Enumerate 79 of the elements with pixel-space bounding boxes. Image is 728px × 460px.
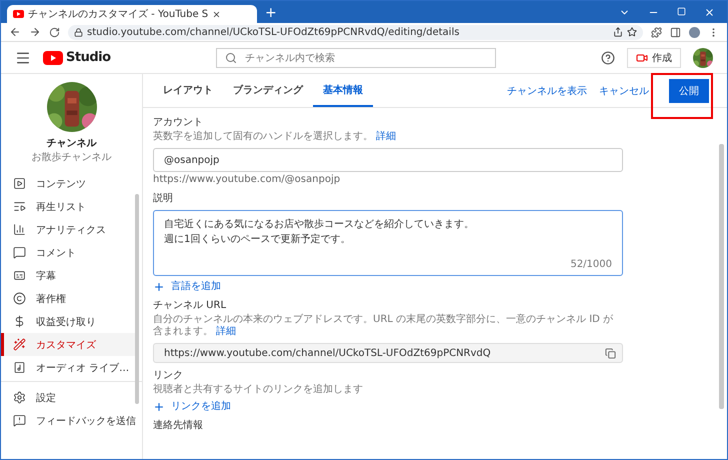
feedback-icon bbox=[13, 414, 26, 427]
character-counter: 52/1000 bbox=[570, 259, 612, 271]
handle-url: https://www.youtube.com/@osanpojp bbox=[153, 174, 342, 186]
view-channel-link[interactable]: チャンネルを表示 bbox=[507, 84, 587, 98]
search-icon bbox=[224, 52, 237, 64]
studio-logo[interactable]: Studio bbox=[43, 50, 111, 65]
dollar-icon bbox=[13, 315, 26, 328]
address-bar[interactable]: studio.youtube.com/channel/UCkoTSL-UFOdZt69pPCNRvdQ/editing/details bbox=[68, 24, 643, 40]
tab[interactable]: ブランディング bbox=[223, 83, 313, 107]
channel-subtitle: お散歩チャンネル bbox=[30, 150, 112, 164]
nav-item[interactable]: 収益受け取り bbox=[1, 310, 136, 333]
playlist-icon bbox=[13, 200, 26, 213]
plus-icon bbox=[153, 401, 165, 413]
nav-item[interactable]: フィードバックを送信 bbox=[1, 409, 136, 432]
section-title: チャンネル URL bbox=[153, 300, 228, 312]
description-field[interactable]: 自宅近くにある気になるお店や散歩コースなどを紹介していきます。 週に1回くらいのペースで更新予定です。 52/1000 bbox=[153, 210, 623, 276]
nav-item[interactable]: 字幕 bbox=[1, 264, 136, 287]
section-title: アカウント bbox=[153, 117, 204, 129]
forward-icon[interactable] bbox=[29, 26, 41, 38]
side-panel-icon[interactable] bbox=[670, 26, 681, 38]
create-button[interactable]: 作成 bbox=[627, 48, 681, 68]
section-title: リンク bbox=[153, 370, 184, 382]
music-note-icon bbox=[13, 361, 26, 374]
details-link[interactable]: 詳細 bbox=[376, 131, 396, 142]
section-description: 自分のチャンネルの本来のウェブアドレスです。URL の末尾の英数字部分に、一意のチャンネル ID が含まれます。 詳細 bbox=[153, 314, 614, 338]
back-icon[interactable] bbox=[9, 26, 21, 38]
copyright-icon bbox=[13, 292, 26, 305]
share-icon[interactable] bbox=[613, 27, 623, 37]
add-language-button[interactable]: 言語を追加 bbox=[153, 281, 221, 293]
puzzle-icon[interactable] bbox=[651, 26, 662, 38]
nav-item[interactable]: 設定 bbox=[1, 386, 136, 409]
nav-item[interactable]: 著作権 bbox=[1, 287, 136, 310]
settings-icon bbox=[13, 391, 26, 404]
handle-field[interactable]: @osanpojp bbox=[153, 148, 623, 172]
play-logo-icon bbox=[43, 50, 63, 64]
tab-title: チャンネルのカスタマイズ - YouTube S bbox=[28, 8, 208, 21]
description-line: 週に1回くらいのペースで更新予定です。 bbox=[164, 232, 350, 247]
section-title: 連絡先情報 bbox=[153, 420, 204, 432]
plus-icon bbox=[153, 281, 165, 293]
description-line: 自宅近くにある気になるお店や散歩コースなどを紹介していきます。 bbox=[164, 218, 474, 232]
lock-icon bbox=[74, 28, 83, 36]
section-description: 視聴者と共有するサイトのリンクを追加します bbox=[153, 384, 364, 396]
add-link-button[interactable]: リンクを追加 bbox=[153, 401, 231, 413]
scrollbar[interactable] bbox=[719, 144, 724, 409]
play-square-icon bbox=[13, 177, 26, 190]
tab[interactable]: レイアウト bbox=[153, 83, 223, 107]
profile-avatar[interactable] bbox=[689, 26, 700, 38]
help-icon[interactable] bbox=[601, 50, 615, 64]
nav-item[interactable]: カスタマイズ bbox=[1, 333, 136, 356]
play-logo-icon bbox=[13, 10, 24, 18]
close-icon[interactable] bbox=[212, 10, 222, 18]
menu-icon[interactable] bbox=[15, 50, 31, 66]
comment-icon bbox=[13, 246, 26, 259]
section-title: 説明 bbox=[153, 193, 174, 205]
publish-button[interactable]: 公開 bbox=[669, 78, 709, 102]
subtitles-icon bbox=[13, 269, 26, 282]
details-link[interactable]: 詳細 bbox=[216, 326, 236, 337]
nav-item[interactable]: コメント bbox=[1, 241, 136, 264]
nav-item[interactable]: アナリティクス bbox=[1, 218, 136, 241]
channel-url-field: https://www.youtube.com/channel/UCkoTSL-UFOdZt69pPCNRvdQ bbox=[153, 343, 623, 363]
video-camera-icon bbox=[636, 52, 648, 64]
nav-item[interactable]: コンテンツ bbox=[1, 172, 136, 195]
star-icon[interactable] bbox=[627, 27, 637, 37]
new-tab-button[interactable]: + bbox=[265, 5, 277, 21]
scrollbar[interactable] bbox=[135, 194, 139, 404]
section-description: 英数字を追加して固有のハンドルを選択します。 詳細 bbox=[153, 131, 398, 143]
close-icon[interactable] bbox=[704, 7, 715, 18]
search-field[interactable]: チャンネル内で検索 bbox=[216, 48, 496, 68]
channel-name: チャンネル bbox=[46, 137, 98, 150]
tab[interactable]: 基本情報 bbox=[313, 83, 373, 107]
browser-tab[interactable]: チャンネルのカスタマイズ - YouTube S bbox=[7, 5, 257, 23]
magic-wand-icon bbox=[13, 338, 26, 351]
cancel-button[interactable]: キャンセル bbox=[599, 84, 649, 98]
reload-icon[interactable] bbox=[49, 26, 60, 38]
bar-chart-icon bbox=[13, 223, 26, 236]
copy-icon[interactable] bbox=[605, 348, 616, 358]
maximize-icon[interactable] bbox=[677, 7, 686, 16]
nav-item[interactable]: オーディオ ライブ… bbox=[1, 356, 136, 379]
nav-item[interactable]: 再生リスト bbox=[1, 195, 136, 218]
